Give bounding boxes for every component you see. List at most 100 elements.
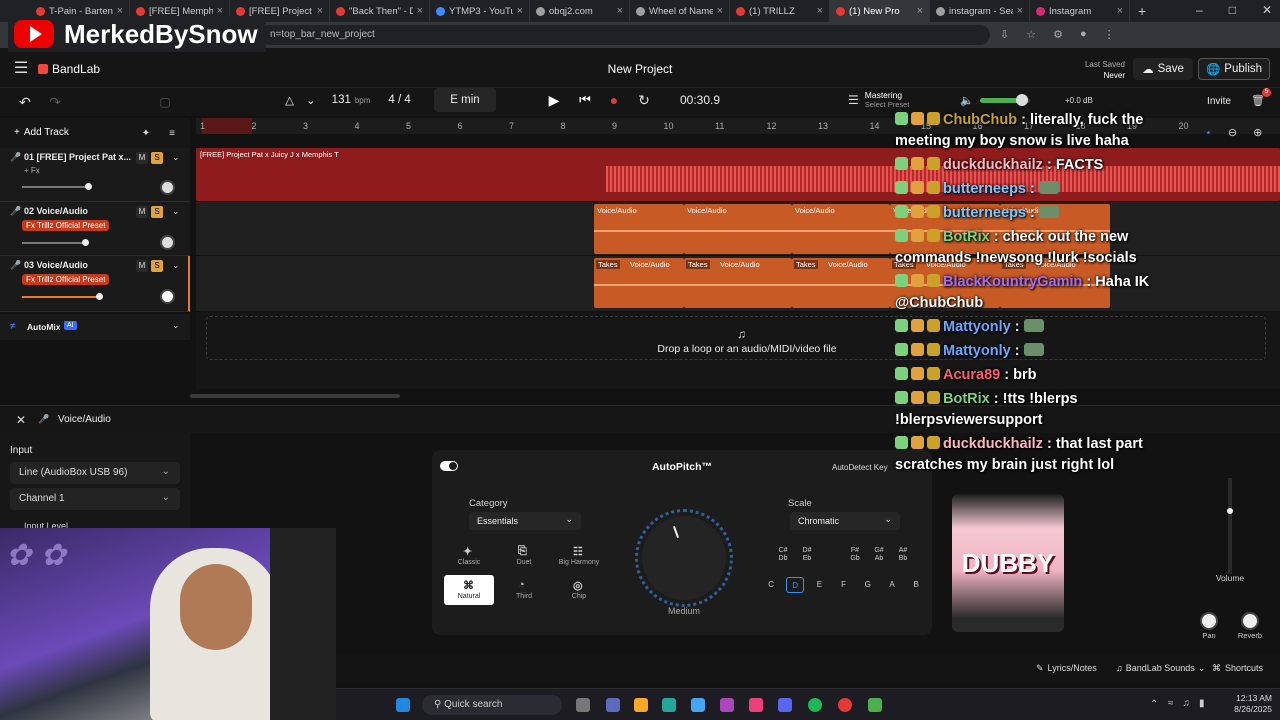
algorithm-option[interactable]: ✦ Classic bbox=[444, 541, 494, 571]
solo-button[interactable]: S bbox=[151, 260, 163, 272]
track-name[interactable]: 02 Voice/Audio bbox=[24, 206, 88, 216]
mute-button[interactable]: M bbox=[136, 260, 148, 272]
audio-clip[interactable]: Voice/Audio bbox=[792, 204, 890, 254]
mastering-selector[interactable]: ☰ Mastering Select Preset bbox=[848, 90, 909, 110]
tab-close-icon[interactable]: × bbox=[1117, 5, 1123, 17]
file-explorer-icon[interactable] bbox=[634, 698, 648, 712]
track-settings-icon[interactable]: ≡ bbox=[164, 126, 180, 140]
sharp-key[interactable]: A# Bb bbox=[894, 547, 912, 563]
browser-tab[interactable]: "Back Then" - Du × bbox=[330, 0, 430, 22]
tab-close-icon[interactable]: × bbox=[417, 5, 423, 17]
chevron-down-icon[interactable]: ⌄ bbox=[172, 260, 180, 271]
app-icon[interactable] bbox=[749, 698, 763, 712]
natural-key[interactable]: F bbox=[835, 577, 853, 593]
channel-select[interactable]: Channel 1 ⌄ bbox=[10, 488, 180, 510]
browser-tab[interactable]: YTMP3 - YouTube × bbox=[430, 0, 530, 22]
download-icon[interactable]: ⇩ bbox=[1000, 28, 1009, 41]
automix-row[interactable]: ≠ AutoMix AI ⌄ bbox=[0, 314, 190, 340]
browser-tab[interactable]: (1) TRILLZ × bbox=[730, 0, 830, 22]
sharp-key[interactable]: G# Ab bbox=[870, 547, 888, 563]
horizontal-scrollbar[interactable] bbox=[190, 394, 400, 398]
record-icon[interactable]: ● bbox=[604, 90, 624, 110]
skip-back-icon[interactable]: ⏮ bbox=[575, 90, 595, 110]
snap-icon[interactable]: ⋆ bbox=[1205, 126, 1212, 139]
volume-fader[interactable] bbox=[1227, 478, 1233, 574]
track-header-2[interactable]: 🎤 02 Voice/Audio Fx Trillz Official Pres… bbox=[0, 202, 190, 256]
pan-knob[interactable] bbox=[160, 289, 175, 304]
natural-key[interactable]: A bbox=[883, 577, 901, 593]
wand-icon[interactable]: ✦ bbox=[138, 126, 154, 140]
system-tray[interactable]: ≈ ♫ ▮ bbox=[1168, 698, 1205, 709]
tab-close-icon[interactable]: × bbox=[317, 5, 323, 17]
spotify-icon[interactable] bbox=[808, 698, 822, 712]
browser-tab[interactable]: Instagram × bbox=[1030, 0, 1130, 22]
bandlab-logo[interactable]: BandLab bbox=[38, 62, 100, 76]
sharp-key[interactable]: C# Db bbox=[774, 547, 792, 563]
new-tab-icon[interactable]: + bbox=[1138, 3, 1146, 19]
profile-icon[interactable]: ● bbox=[1080, 28, 1087, 41]
track-header-3[interactable]: 🎤 03 Voice/Audio Fx Trillz Official Pres… bbox=[0, 256, 190, 312]
autopitch-toggle[interactable] bbox=[440, 461, 458, 471]
category-select[interactable]: Essentials ⌄ bbox=[469, 512, 581, 530]
audio-clip[interactable]: Voice/Audio bbox=[594, 204, 684, 254]
windows-start-icon[interactable] bbox=[396, 698, 410, 712]
lyrics-notes-button[interactable]: ✎ Lyrics/Notes bbox=[1036, 663, 1097, 674]
redo-icon[interactable]: ↷ bbox=[45, 92, 65, 112]
browser-tab[interactable]: (1) New Pro × bbox=[830, 0, 930, 22]
url-input[interactable]: n=top_bar_new_project bbox=[260, 25, 990, 45]
takes-badge[interactable]: Takes bbox=[686, 260, 710, 269]
undo-icon[interactable]: ↶ bbox=[15, 92, 35, 112]
zoom-in-icon[interactable]: ⊕ bbox=[1253, 126, 1262, 139]
audio-clip[interactable]: Takes Voice/Audio bbox=[684, 258, 792, 308]
tray-chevron-icon[interactable]: ⌃ bbox=[1150, 699, 1158, 710]
track-volume-slider[interactable] bbox=[22, 239, 89, 246]
natural-key[interactable]: C bbox=[762, 577, 780, 593]
project-title[interactable]: New Project bbox=[560, 62, 720, 76]
notepad-icon[interactable] bbox=[868, 698, 882, 712]
speaker-mute-icon[interactable]: 🔈 bbox=[960, 92, 974, 108]
tab-close-icon[interactable]: × bbox=[1017, 5, 1023, 17]
solo-button[interactable]: S bbox=[151, 152, 163, 164]
chevron-down-icon[interactable]: ⌄ bbox=[172, 206, 180, 217]
chrome-icon[interactable] bbox=[838, 698, 852, 712]
tab-close-icon[interactable]: × bbox=[517, 5, 523, 17]
scale-select[interactable]: Chromatic ⌄ bbox=[790, 512, 900, 530]
add-track-button[interactable]: + Add Track bbox=[14, 127, 69, 138]
audio-clip[interactable]: Takes Voice/Audio bbox=[594, 258, 684, 308]
algorithm-option[interactable]: ◎ Chip bbox=[554, 575, 604, 605]
publish-button[interactable]: 🌐 Publish bbox=[1198, 58, 1270, 80]
tab-close-icon[interactable]: × bbox=[917, 5, 923, 17]
clock[interactable]: 12:13 AM 8/26/2025 bbox=[1212, 693, 1272, 715]
invite-button[interactable]: Invite bbox=[1200, 89, 1238, 113]
track-name[interactable]: 03 Voice/Audio bbox=[24, 260, 88, 270]
natural-key[interactable]: B bbox=[907, 577, 925, 593]
master-volume-slider[interactable] bbox=[980, 94, 1030, 106]
menu-dots-icon[interactable]: ⋮ bbox=[1104, 28, 1115, 41]
chevron-down-icon[interactable]: ⌄ bbox=[172, 152, 180, 163]
shortcuts-button[interactable]: ⌘ Shortcuts bbox=[1212, 663, 1263, 674]
browser-tab[interactable]: instagram - Sear × bbox=[930, 0, 1030, 22]
algorithm-option[interactable]: ☷ Big Harmony bbox=[554, 541, 604, 571]
algorithm-option[interactable]: ⌘ Natural bbox=[444, 575, 494, 605]
pan-knob[interactable] bbox=[1200, 612, 1218, 630]
mute-button[interactable]: M bbox=[136, 152, 148, 164]
edge-icon[interactable] bbox=[662, 698, 676, 712]
reverb-knob[interactable] bbox=[1241, 612, 1259, 630]
master-volume-thumb[interactable] bbox=[1016, 94, 1028, 106]
track-header-1[interactable]: 🎤 01 [FREE] Project Pat x... + Fx M S ⌄ bbox=[0, 148, 190, 202]
natural-key[interactable]: E bbox=[810, 577, 828, 593]
algorithm-option[interactable]: ⎘ Duet bbox=[499, 541, 549, 571]
pan-knob[interactable] bbox=[160, 180, 175, 195]
metronome-icon[interactable]: △ bbox=[285, 93, 294, 107]
natural-key[interactable]: D bbox=[786, 577, 805, 593]
play-icon[interactable]: ▶ bbox=[544, 90, 564, 110]
time-signature[interactable]: 4 / 4 bbox=[388, 94, 410, 106]
store-icon[interactable] bbox=[691, 698, 705, 712]
track-volume-slider[interactable] bbox=[22, 183, 92, 190]
track-name[interactable]: 01 [FREE] Project Pat x... bbox=[24, 152, 131, 162]
sharp-key[interactable]: D# Eb bbox=[798, 547, 816, 563]
discord-icon[interactable] bbox=[778, 698, 792, 712]
browser-tab[interactable]: Wheel of Names × bbox=[630, 0, 730, 22]
task-view-icon[interactable] bbox=[576, 698, 590, 712]
takes-badge[interactable]: Takes bbox=[794, 260, 818, 269]
